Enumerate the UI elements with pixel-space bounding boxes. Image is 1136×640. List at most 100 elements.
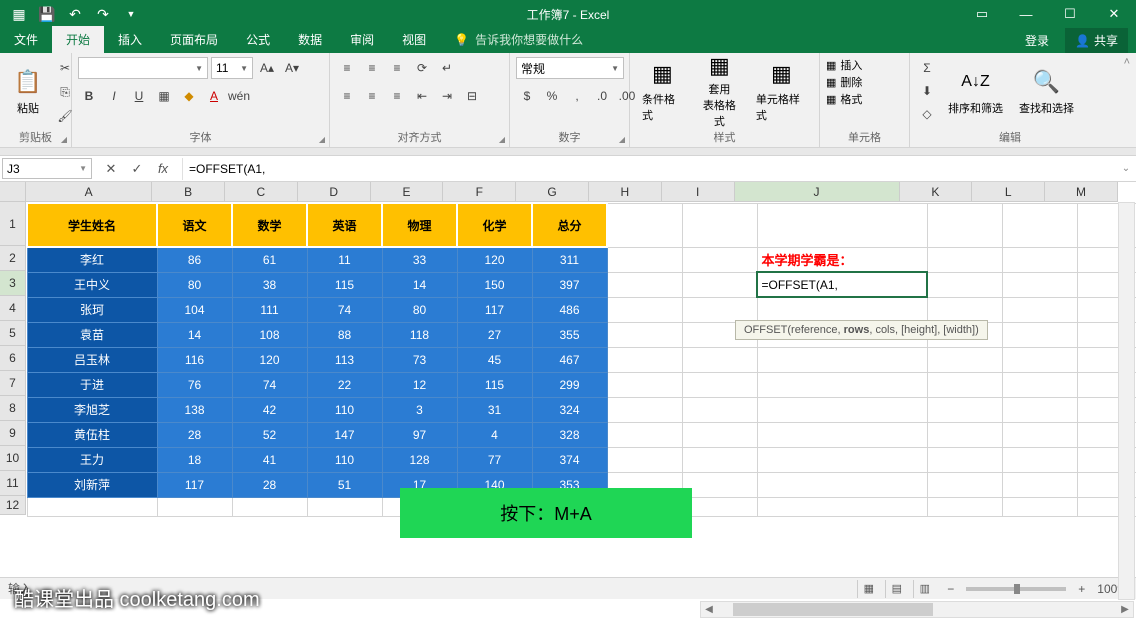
cell[interactable] <box>927 497 1002 516</box>
cell[interactable] <box>307 497 382 516</box>
italic-icon[interactable]: I <box>103 85 125 107</box>
scroll-right-icon[interactable]: ▶ <box>1117 604 1133 615</box>
cell[interactable] <box>757 347 927 372</box>
indent-inc-icon[interactable]: ⇥ <box>436 85 458 107</box>
number-format-combo[interactable]: 常规▼ <box>516 57 624 79</box>
cell[interactable] <box>157 497 232 516</box>
cell[interactable] <box>607 447 682 472</box>
cell[interactable] <box>682 397 757 422</box>
cell[interactable]: 化学 <box>457 203 532 247</box>
cell[interactable]: 英语 <box>307 203 382 247</box>
cell[interactable]: 42 <box>232 397 307 422</box>
cell[interactable]: 学生姓名 <box>27 203 157 247</box>
row-header-7[interactable]: 7 <box>0 371 25 396</box>
row-header-6[interactable]: 6 <box>0 346 25 371</box>
cell[interactable]: 115 <box>457 372 532 397</box>
col-header-K[interactable]: K <box>900 182 973 201</box>
cell[interactable] <box>927 447 1002 472</box>
cell[interactable]: 110 <box>307 397 382 422</box>
cell[interactable]: 黄伍柱 <box>27 422 157 447</box>
cell[interactable]: 王力 <box>27 447 157 472</box>
cell[interactable]: 110 <box>307 447 382 472</box>
worksheet-grid[interactable]: ABCDEFGHIJKLM 123456789101112 学生姓名语文数学英语… <box>0 182 1136 577</box>
increase-font-icon[interactable]: A▴ <box>256 57 278 79</box>
cell[interactable]: 刘新萍 <box>27 472 157 497</box>
row-header-9[interactable]: 9 <box>0 421 25 446</box>
redo-icon[interactable]: ↷ <box>90 2 116 26</box>
collapse-ribbon-icon[interactable]: ˄ <box>1124 56 1130 68</box>
conditional-format-button[interactable]: ▦条件格式 <box>636 57 689 125</box>
cell[interactable] <box>1002 397 1077 422</box>
cell[interactable]: 311 <box>532 247 607 272</box>
align-right-icon[interactable]: ≡ <box>386 85 408 107</box>
cell[interactable] <box>757 372 927 397</box>
cell[interactable] <box>607 272 682 297</box>
cell[interactable]: 王中义 <box>27 272 157 297</box>
sort-filter-button[interactable]: A↓Z排序和筛选 <box>942 57 1009 125</box>
cell[interactable] <box>1002 347 1077 372</box>
dialog-launcher-icon[interactable]: ◢ <box>499 135 505 144</box>
col-header-B[interactable]: B <box>152 182 225 201</box>
maximize-icon[interactable]: ☐ <box>1048 0 1092 28</box>
dialog-launcher-icon[interactable]: ◢ <box>319 135 325 144</box>
cancel-icon[interactable]: ✕ <box>98 158 124 180</box>
cell[interactable] <box>1002 447 1077 472</box>
scroll-thumb[interactable] <box>733 603 933 616</box>
format-button[interactable]: ▦格式 <box>826 91 862 107</box>
row-header-11[interactable]: 11 <box>0 471 25 496</box>
col-header-C[interactable]: C <box>225 182 298 201</box>
col-header-D[interactable]: D <box>298 182 371 201</box>
cell[interactable]: 486 <box>532 297 607 322</box>
cell[interactable] <box>927 422 1002 447</box>
row-header-12[interactable]: 12 <box>0 496 25 515</box>
cell[interactable] <box>1002 322 1077 347</box>
cell[interactable]: 374 <box>532 447 607 472</box>
row-header-4[interactable]: 4 <box>0 296 25 321</box>
cell[interactable] <box>607 297 682 322</box>
cell[interactable]: 4 <box>457 422 532 447</box>
name-box[interactable]: J3▼ <box>2 158 92 179</box>
cell[interactable]: 28 <box>157 422 232 447</box>
cell[interactable]: 108 <box>232 322 307 347</box>
col-header-F[interactable]: F <box>443 182 516 201</box>
align-bot-icon[interactable]: ≡ <box>386 57 408 79</box>
cell[interactable]: 28 <box>232 472 307 497</box>
cell[interactable]: 355 <box>532 322 607 347</box>
col-header-H[interactable]: H <box>589 182 662 201</box>
cell[interactable]: 于进 <box>27 372 157 397</box>
cell[interactable]: 118 <box>382 322 457 347</box>
insert-button[interactable]: ▦插入 <box>826 57 862 73</box>
cell[interactable]: 467 <box>532 347 607 372</box>
col-header-L[interactable]: L <box>972 182 1045 201</box>
undo-icon[interactable]: ↶ <box>62 2 88 26</box>
cell[interactable]: 45 <box>457 347 532 372</box>
cell[interactable] <box>607 372 682 397</box>
cell[interactable] <box>682 372 757 397</box>
col-header-A[interactable]: A <box>26 182 152 201</box>
wrap-icon[interactable]: ↵ <box>436 57 458 79</box>
cell[interactable]: 299 <box>532 372 607 397</box>
bold-icon[interactable]: B <box>78 85 100 107</box>
font-name-combo[interactable]: ▼ <box>78 57 208 79</box>
fill-color-icon[interactable]: ◆ <box>178 85 200 107</box>
page-break-icon[interactable]: ▥ <box>913 580 935 598</box>
cell[interactable] <box>607 247 682 272</box>
col-header-I[interactable]: I <box>662 182 735 201</box>
phonetic-icon[interactable]: wén <box>228 85 250 107</box>
col-header-M[interactable]: M <box>1045 182 1118 201</box>
tab-file[interactable]: 文件 <box>0 26 52 53</box>
cell[interactable] <box>1002 497 1077 516</box>
tab-layout[interactable]: 页面布局 <box>156 26 232 53</box>
cell[interactable]: 51 <box>307 472 382 497</box>
login-button[interactable]: 登录 <box>1017 28 1057 53</box>
cell[interactable]: 86 <box>157 247 232 272</box>
col-header-E[interactable]: E <box>371 182 444 201</box>
cell[interactable]: 88 <box>307 322 382 347</box>
zoom-slider[interactable] <box>966 587 1066 591</box>
cell[interactable] <box>1002 422 1077 447</box>
horizontal-scrollbar[interactable]: ◀ ▶ <box>700 601 1134 618</box>
cell[interactable]: 吕玉林 <box>27 347 157 372</box>
cell[interactable] <box>757 422 927 447</box>
font-size-combo[interactable]: 11▼ <box>211 57 253 79</box>
vertical-scrollbar[interactable] <box>1118 202 1135 600</box>
